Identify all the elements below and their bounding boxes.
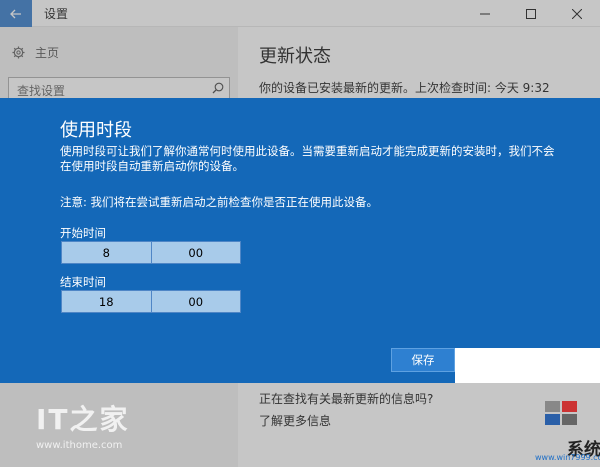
dialog-title: 使用时段 [60,120,132,141]
start-time-picker[interactable]: 8 00 [61,241,241,264]
ithome-watermark: IT之家 www.ithome.com [36,398,130,451]
start-minute-field[interactable]: 00 [150,242,241,263]
xitongfen-url: www.win7999.com [535,453,600,462]
end-time-label: 结束时间 [60,275,106,289]
end-time-picker[interactable]: 18 00 [61,290,241,313]
dialog-note: 注意: 我们将在尝试重新启动之前检查你是否正在使用此设备。 [60,195,379,209]
ithome-url: www.ithome.com [36,440,123,451]
start-time-label: 开始时间 [60,226,106,240]
dialog-description: 使用时段可让我们了解你通常何时使用此设备。当需要重新启动才能完成更新的安装时，我… [60,144,555,173]
end-minute-field[interactable]: 00 [150,291,241,312]
dialog-cancel-area [455,348,600,383]
ithome-logo: IT之家 [36,403,130,436]
end-hour-field[interactable]: 18 [62,291,151,312]
start-hour-field[interactable]: 8 [62,242,151,263]
active-hours-dialog: 使用时段 使用时段可让我们了解你通常何时使用此设备。当需要重新启动才能完成更新的… [0,98,600,383]
windows-logo-icon [545,401,577,425]
save-button[interactable]: 保存 [391,348,455,372]
